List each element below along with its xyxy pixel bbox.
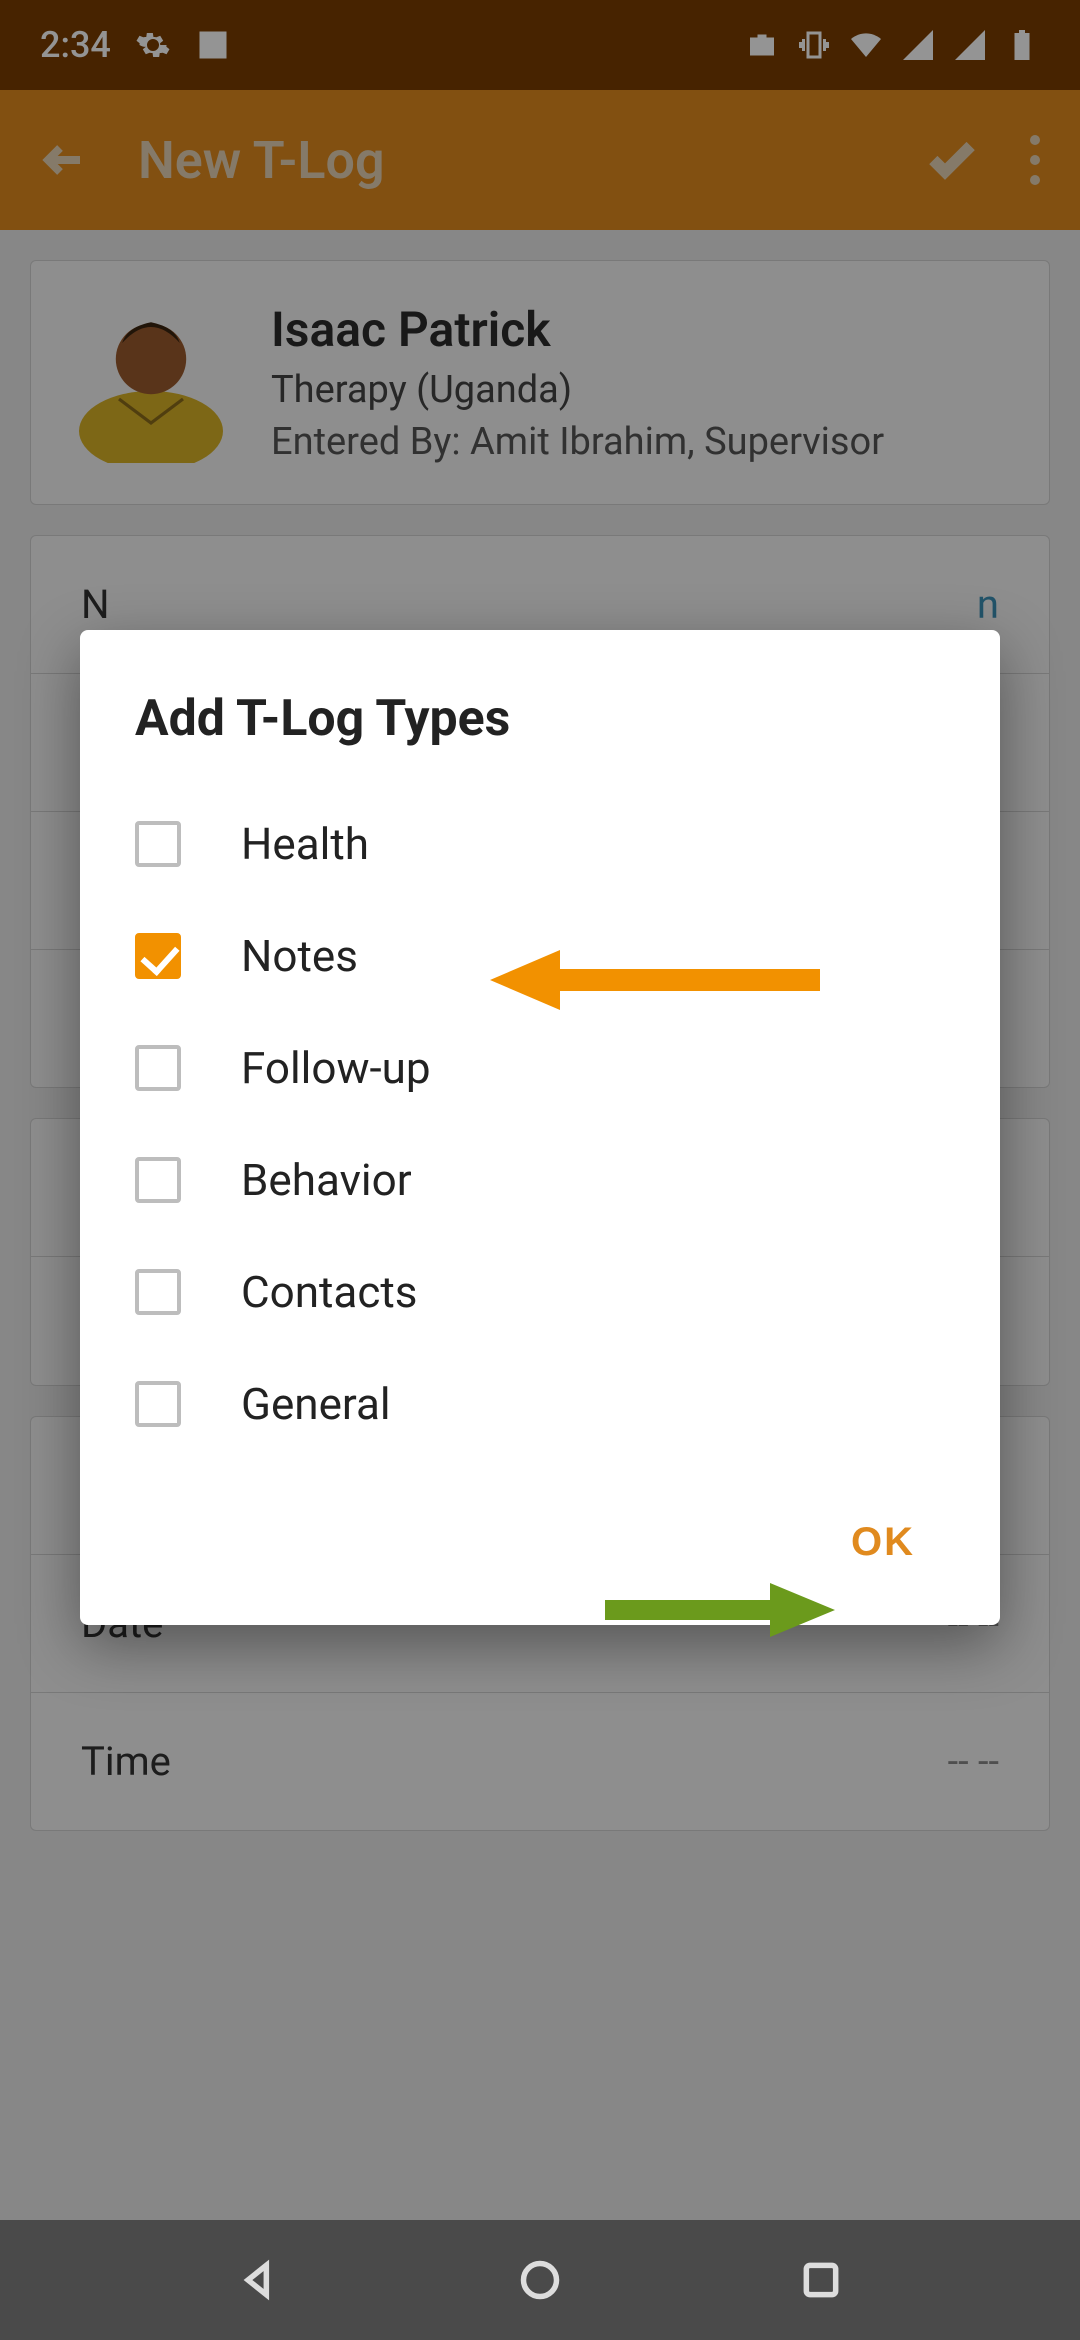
option-health[interactable]: Health: [135, 788, 945, 900]
checkbox-general[interactable]: [135, 1381, 181, 1427]
ok-button[interactable]: OK: [821, 1500, 945, 1585]
option-label: Behavior: [241, 1154, 412, 1206]
option-label: Contacts: [241, 1266, 418, 1318]
nav-home-icon[interactable]: [518, 2258, 562, 2302]
checkbox-behavior[interactable]: [135, 1157, 181, 1203]
checkbox-contacts[interactable]: [135, 1269, 181, 1315]
option-label: General: [241, 1378, 391, 1430]
checkbox-follow-up[interactable]: [135, 1045, 181, 1091]
option-notes[interactable]: Notes: [135, 900, 945, 1012]
option-label: Notes: [241, 930, 358, 982]
option-label: Health: [241, 818, 369, 870]
nav-back-icon[interactable]: [237, 2258, 281, 2302]
option-follow-up[interactable]: Follow-up: [135, 1012, 945, 1124]
nav-recent-icon[interactable]: [799, 2258, 843, 2302]
option-label: Follow-up: [241, 1042, 431, 1094]
option-behavior[interactable]: Behavior: [135, 1124, 945, 1236]
checkbox-health[interactable]: [135, 821, 181, 867]
checkbox-notes[interactable]: [135, 933, 181, 979]
system-nav-bar: [0, 2220, 1080, 2340]
option-general[interactable]: General: [135, 1348, 945, 1460]
tlog-types-dialog: Add T-Log Types Health Notes Follow-up Beha…: [80, 630, 1000, 1625]
option-contacts[interactable]: Contacts: [135, 1236, 945, 1348]
dialog-title: Add T-Log Types: [135, 690, 945, 748]
